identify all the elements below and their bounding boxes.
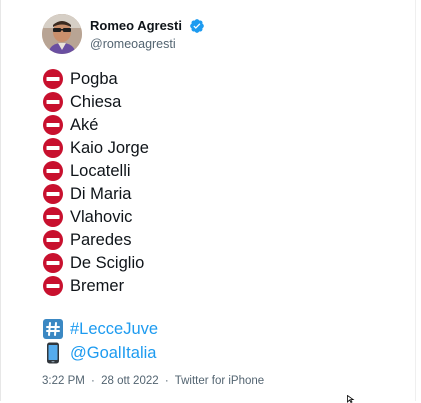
player-list: Pogba Chiesa Aké Kaio Jorge Locatelli Di… xyxy=(42,67,149,297)
hash-keycap-icon xyxy=(43,318,63,339)
player-name: Chiesa xyxy=(70,92,122,111)
avatar-image xyxy=(42,14,82,54)
author-display-name[interactable]: Romeo Agresti xyxy=(90,18,182,34)
player-name: Kaio Jorge xyxy=(70,138,149,157)
tweet-date[interactable]: 28 ott 2022 xyxy=(101,375,159,387)
list-item: Kaio Jorge xyxy=(42,136,149,159)
meta-separator: · xyxy=(91,375,95,387)
list-item: Vlahovic xyxy=(42,205,149,228)
list-item: Di Maria xyxy=(42,182,149,205)
author-names: Romeo Agresti @romeoagresti xyxy=(90,17,205,52)
no-entry-icon xyxy=(43,206,63,227)
player-name: Vlahovic xyxy=(70,207,133,226)
no-entry-icon xyxy=(43,137,63,158)
hashtag-row: #LecceJuve xyxy=(42,317,158,340)
no-entry-icon xyxy=(43,252,63,273)
mention-link[interactable]: @GoalItalia xyxy=(70,342,156,364)
player-name: Aké xyxy=(70,115,99,134)
player-name: Di Maria xyxy=(70,184,132,203)
no-entry-icon xyxy=(43,114,63,135)
panel-left-border xyxy=(0,0,1,401)
player-name: De Sciglio xyxy=(70,253,145,272)
list-item: Paredes xyxy=(42,228,149,251)
tweet-meta: 3:22 PM · 28 ott 2022 · Twitter for iPho… xyxy=(42,375,267,387)
mouse-cursor-icon xyxy=(347,395,355,403)
list-item: De Sciglio xyxy=(42,251,149,274)
avatar[interactable] xyxy=(42,14,82,54)
list-item: Pogba xyxy=(42,67,149,90)
list-item: Chiesa xyxy=(42,90,149,113)
no-entry-icon xyxy=(43,160,63,181)
player-name: Bremer xyxy=(70,276,125,295)
no-entry-icon xyxy=(43,68,63,89)
player-name: Paredes xyxy=(70,230,132,249)
mention-row: @GoalItalia xyxy=(42,341,158,364)
list-item: Bremer xyxy=(42,274,149,297)
no-entry-icon xyxy=(43,183,63,204)
no-entry-icon xyxy=(43,91,63,112)
no-entry-icon xyxy=(43,275,63,296)
verified-badge-icon xyxy=(190,18,205,33)
tweet-time[interactable]: 3:22 PM xyxy=(42,375,85,387)
tweet-source: Twitter for iPhone xyxy=(174,375,265,387)
author-handle[interactable]: @romeoagresti xyxy=(90,36,205,52)
player-name: Pogba xyxy=(70,69,118,88)
list-item: Aké xyxy=(42,113,149,136)
hashtag-link[interactable]: #LecceJuve xyxy=(70,318,158,340)
mobile-phone-icon xyxy=(47,342,59,363)
no-entry-icon xyxy=(43,229,63,250)
meta-separator: · xyxy=(164,375,169,387)
panel-right-border xyxy=(415,0,416,401)
list-item: Locatelli xyxy=(42,159,149,182)
player-name: Locatelli xyxy=(70,161,131,180)
tweet-links: #LecceJuve @GoalItalia xyxy=(42,317,158,365)
